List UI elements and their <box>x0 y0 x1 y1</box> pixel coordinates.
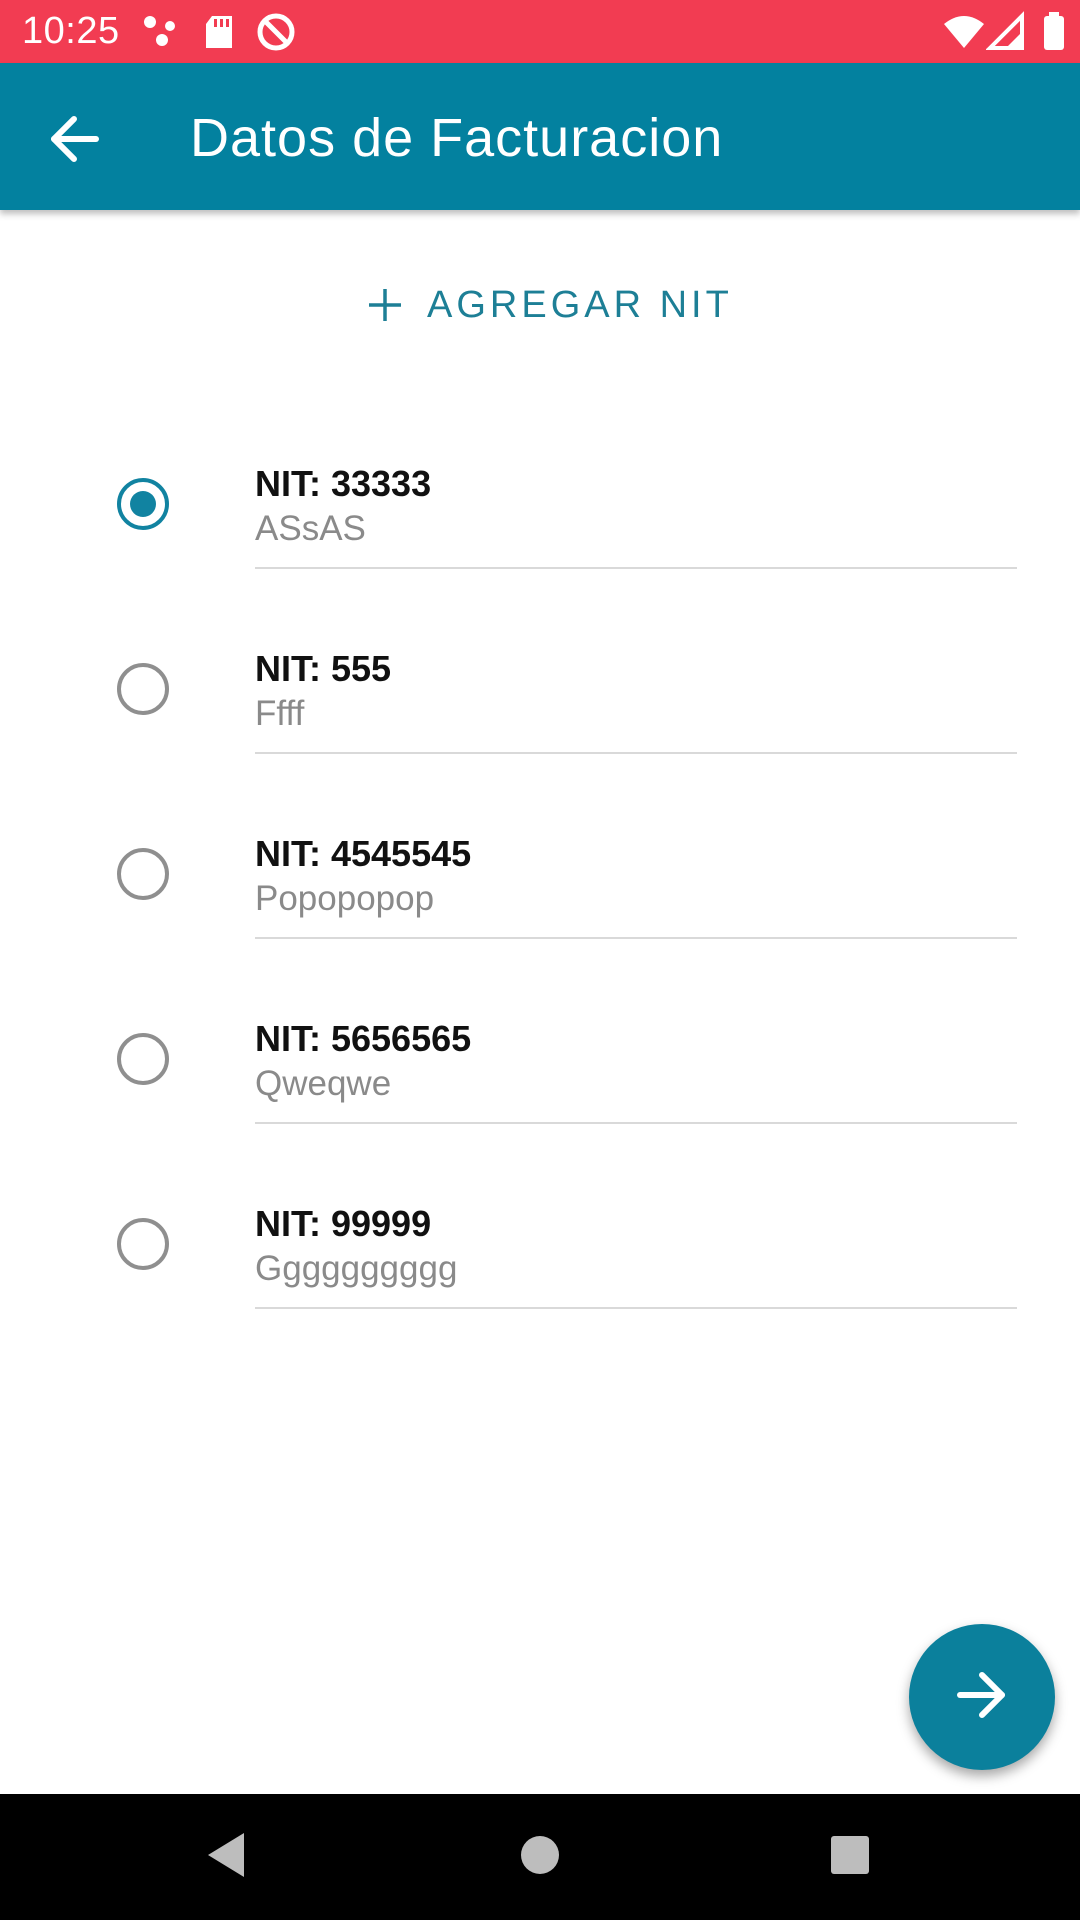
add-nit-label: AGREGAR NIT <box>427 283 733 326</box>
sd-card-icon <box>198 10 242 54</box>
next-fab-button[interactable] <box>909 1624 1055 1770</box>
nav-back-button[interactable] <box>196 1827 256 1887</box>
cellular-signal-icon <box>985 10 1030 54</box>
notification-dots-icon <box>140 10 184 54</box>
radio-button[interactable] <box>117 848 169 900</box>
status-time: 10:25 <box>22 10 120 52</box>
nit-number: NIT: 5656565 <box>255 1018 472 1059</box>
divider <box>255 1307 1017 1309</box>
home-circle-icon <box>518 1833 562 1882</box>
battery-icon <box>1032 10 1076 54</box>
nit-name: Ffff <box>255 694 305 733</box>
radio-button[interactable] <box>117 663 169 715</box>
plus-icon <box>365 285 405 325</box>
status-bar: 10:25 <box>0 0 1080 63</box>
nit-number: NIT: 99999 <box>255 1203 432 1244</box>
data-saver-icon <box>254 10 298 54</box>
radio-button[interactable] <box>117 1033 169 1085</box>
divider <box>255 1122 1017 1124</box>
divider <box>255 567 1017 569</box>
nit-list-item[interactable]: NIT: 5656565 Qweqwe <box>0 995 1080 1180</box>
arrow-left-icon <box>48 113 100 170</box>
nit-number: NIT: 33333 <box>255 463 432 504</box>
wifi-icon <box>942 10 986 54</box>
nit-name: Popopopop <box>255 879 435 918</box>
nit-number: NIT: 555 <box>255 648 392 689</box>
nit-list-item[interactable]: NIT: 33333 ASsAS <box>0 440 1080 625</box>
recents-square-icon <box>828 1833 872 1882</box>
page-title: Datos de Facturacion <box>190 108 724 168</box>
nit-list-item[interactable]: NIT: 555 Ffff <box>0 625 1080 810</box>
nit-list-item[interactable]: NIT: 99999 Gggggggggg <box>0 1180 1080 1365</box>
divider <box>255 937 1017 939</box>
divider <box>255 752 1017 754</box>
nav-recents-button[interactable] <box>820 1827 880 1887</box>
radio-button-selected[interactable] <box>117 478 169 530</box>
nit-number: NIT: 4545545 <box>255 833 472 874</box>
nit-list-item[interactable]: NIT: 4545545 Popopopop <box>0 810 1080 995</box>
back-triangle-icon <box>204 1831 248 1884</box>
radio-button[interactable] <box>117 1218 169 1270</box>
system-nav-bar <box>0 1794 1080 1920</box>
nit-name: Qweqwe <box>255 1064 392 1103</box>
arrow-right-icon <box>956 1669 1008 1726</box>
nit-name: Gggggggggg <box>255 1249 458 1288</box>
nav-home-button[interactable] <box>510 1827 570 1887</box>
add-nit-button[interactable]: AGREGAR NIT <box>350 270 730 340</box>
app-bar: Datos de Facturacion <box>0 63 1080 210</box>
nit-name: ASsAS <box>255 509 366 548</box>
back-button[interactable] <box>38 105 110 177</box>
